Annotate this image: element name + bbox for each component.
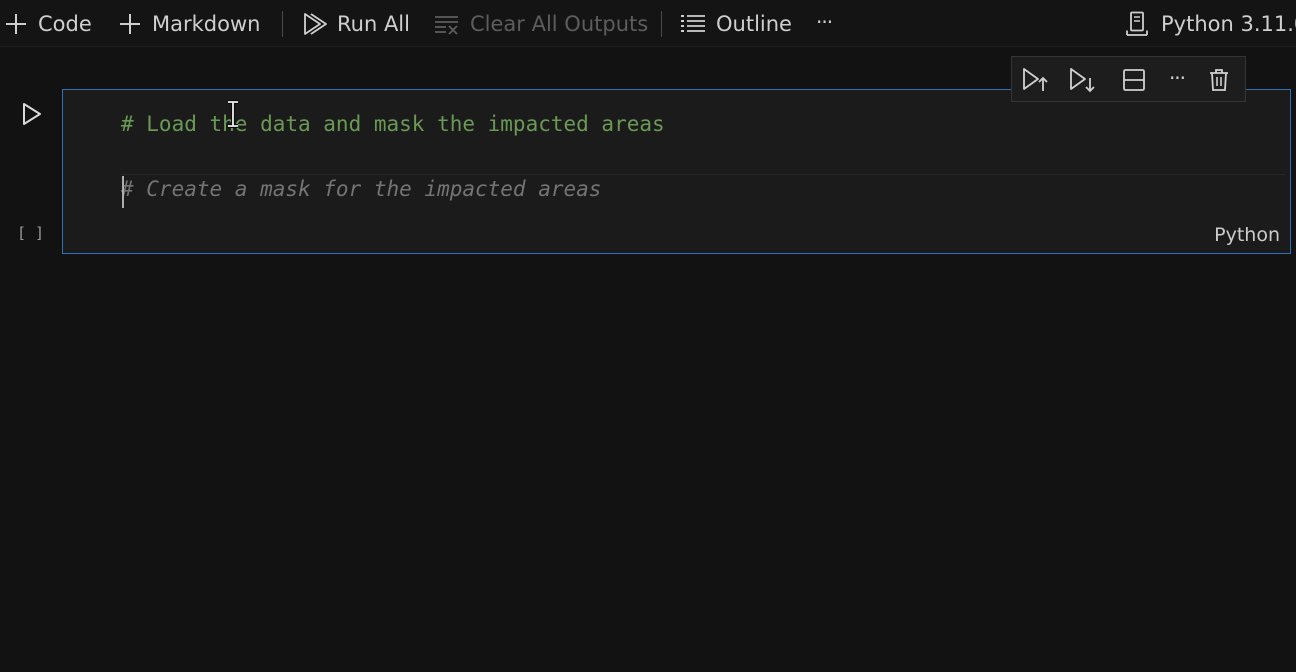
cell-language-picker[interactable]: Python [1214, 224, 1280, 246]
outline-button[interactable]: Outline [680, 9, 792, 39]
delete-cell-button[interactable] [1205, 66, 1233, 94]
add-markdown-label: Markdown [152, 12, 261, 36]
notebook-toolbar: Code Markdown Run All Clear All Outputs … [0, 0, 1296, 47]
cell-toolbar: ··· [1011, 56, 1246, 102]
run-below-icon [1070, 68, 1095, 93]
split-cell-icon [1123, 69, 1145, 91]
run-above-icon [1023, 68, 1048, 91]
toolbar-divider [661, 11, 662, 37]
kernel-label: Python 3.11.0 [1161, 12, 1296, 36]
execution-count: [ ] [17, 224, 45, 242]
run-all-icon [304, 13, 327, 35]
clear-all-outputs-label: Clear All Outputs [470, 12, 649, 36]
outline-label: Outline [716, 12, 792, 36]
execute-below-button[interactable] [1069, 66, 1097, 94]
play-icon [23, 103, 41, 125]
add-code-cell-button[interactable]: Code [5, 9, 92, 39]
server-icon [1126, 11, 1148, 36]
kernel-picker[interactable]: Python 3.11.0 [1125, 9, 1296, 39]
code-line-comment[interactable]: # Load the data and mask the impacted ar… [121, 112, 665, 136]
add-markdown-cell-button[interactable]: Markdown [119, 9, 260, 39]
more-actions-button[interactable]: ··· [816, 7, 833, 37]
text-cursor [122, 176, 124, 208]
plus-icon [6, 14, 26, 34]
code-suggestion-ghost-text[interactable]: # Create a mask for the impacted areas [121, 177, 601, 201]
clear-all-icon [435, 16, 458, 35]
list-icon [681, 15, 705, 32]
plus-icon [120, 14, 140, 34]
current-line-highlight [121, 174, 1285, 175]
run-cell-button[interactable] [19, 101, 45, 127]
add-code-label: Code [38, 12, 92, 36]
run-all-button[interactable]: Run All [303, 9, 410, 39]
split-cell-button[interactable] [1120, 66, 1148, 94]
run-all-label: Run All [337, 12, 410, 36]
clear-all-outputs-button[interactable]: Clear All Outputs [434, 9, 648, 39]
cell-more-actions-button[interactable]: ··· [1163, 64, 1191, 92]
toolbar-divider [282, 11, 283, 37]
code-cell[interactable]: # Load the data and mask the impacted ar… [62, 89, 1291, 254]
trash-icon [1210, 69, 1228, 91]
execute-above-button[interactable] [1022, 66, 1050, 94]
